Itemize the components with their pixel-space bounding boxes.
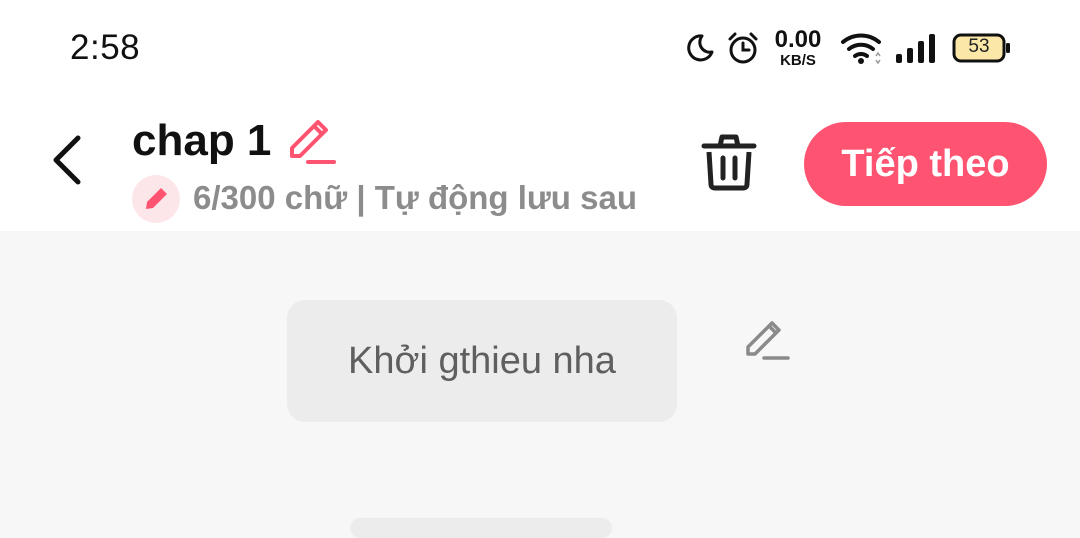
battery-icon: 53 (952, 33, 1012, 63)
alarm-icon (728, 32, 758, 64)
wifi-icon (841, 33, 881, 65)
chapter-title: chap 1 (132, 116, 272, 165)
signal-icon (896, 34, 935, 63)
back-icon[interactable] (44, 130, 94, 190)
bottom-placeholder-block (350, 518, 612, 538)
edit-intro-icon[interactable] (742, 318, 792, 364)
pencil-badge-icon (132, 175, 180, 223)
intro-text-box[interactable]: Khởi gthieu nha (287, 300, 677, 422)
trash-icon[interactable] (700, 132, 758, 192)
network-speed-unit: KB/S (780, 52, 816, 69)
network-speed-value: 0.00 (774, 26, 822, 53)
network-speed: 0.00 KB/S (772, 26, 824, 69)
edit-title-icon[interactable] (284, 118, 340, 168)
battery-level: 53 (968, 36, 990, 57)
next-button[interactable]: Tiếp theo (804, 122, 1047, 206)
status-time: 2:58 (70, 28, 141, 67)
word-count-status: 6/300 chữ | Tự động lưu sau (193, 179, 638, 216)
moon-icon (687, 34, 714, 62)
